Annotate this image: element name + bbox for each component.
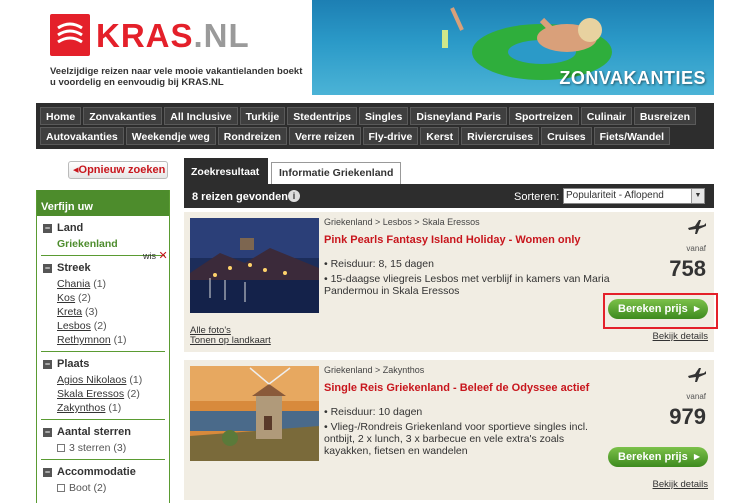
new-search-button[interactable]: ◂Opnieuw zoeken <box>68 161 168 179</box>
calculate-price-button[interactable]: Bereken prijs ▶ <box>608 447 708 467</box>
results-count: 8 reizen gevonden <box>192 191 288 203</box>
nav-fly-drive[interactable]: Fly-drive <box>362 127 419 145</box>
filter-streek: − Streek Chania (1) Kos (2) Kreta (3) Les… <box>41 256 165 352</box>
filter-accommodatie: − Accommodatie Boot (2) <box>41 460 165 499</box>
filter-title: Verfijn uw zoekresultaat <box>37 190 169 247</box>
main-nav: Home Zonvakanties All Inclusive Turkije … <box>36 103 714 149</box>
result-description: • 15-daagse vliegreis Lesbos met verblij… <box>324 273 610 297</box>
list-item: Chania (1) <box>57 278 107 290</box>
nav-fiets-wandel[interactable]: Fiets/Wandel <box>593 127 671 145</box>
kras-logo-icon[interactable] <box>50 14 90 56</box>
result-tabs: Zoekresultaat Informatie Griekenland <box>184 158 402 184</box>
price: 758 <box>669 256 706 281</box>
result-duration: • Reisduur: 8, 15 dagen <box>324 258 434 270</box>
clear-country-filter[interactable]: wis ✕ <box>143 249 168 262</box>
nav-busreizen[interactable]: Busreizen <box>633 107 697 125</box>
filter-link-chania[interactable]: Chania <box>57 278 90 290</box>
tagline: Veelzijdige reizen naar vele mooie vakan… <box>50 66 303 88</box>
view-details-link[interactable]: Bekijk details <box>653 479 708 490</box>
selected-country: Griekenland <box>57 238 118 250</box>
chevron-down-icon[interactable]: ▼ <box>691 189 704 203</box>
price-prefix: vanaf <box>686 392 706 401</box>
nav-row-2: Autovakanties Weekendje weg Rondreizen V… <box>40 127 671 145</box>
close-icon[interactable]: ✕ <box>159 250 168 262</box>
list-item: Lesbos (2) <box>57 320 107 332</box>
banner-title: ZONVAKANTIES <box>559 68 706 88</box>
result-description: • Vlieg-/Rondreis Griekenland voor sport… <box>324 421 588 457</box>
list-item: Zakynthos (1) <box>57 402 122 414</box>
collapse-icon[interactable]: − <box>43 223 52 233</box>
breadcrumb: Griekenland > Lesbos > Skala Eressos <box>324 217 480 227</box>
list-item: Skala Eressos (2) <box>57 388 140 400</box>
plane-icon <box>688 220 706 234</box>
collapse-icon[interactable]: − <box>43 467 52 477</box>
collapse-icon[interactable]: − <box>43 359 52 369</box>
result-photo[interactable] <box>190 218 319 313</box>
collapse-icon[interactable]: − <box>43 427 52 437</box>
price-prefix: vanaf <box>686 244 706 253</box>
result-card: Griekenland > Zakynthos Single Reis Grie… <box>184 360 714 500</box>
nav-weekendje-weg[interactable]: Weekendje weg <box>125 127 216 145</box>
filter-sidebar: Verfijn uw zoekresultaat − Land Griekenla… <box>36 190 170 503</box>
result-card: Alle foto's Tonen op landkaart Griekenla… <box>184 212 714 352</box>
list-item: 3 sterren (3) <box>57 441 159 455</box>
nav-row-1: Home Zonvakanties All Inclusive Turkije … <box>40 107 697 125</box>
results-toolbar: 8 reizen gevonden i Sorteren: Popularite… <box>184 184 714 208</box>
checkbox-boot[interactable] <box>57 484 65 493</box>
nav-home[interactable]: Home <box>40 107 82 125</box>
tab-informatie-griekenland[interactable]: Informatie Griekenland <box>271 162 402 184</box>
info-icon[interactable]: i <box>288 190 300 202</box>
filter-plaats: − Plaats Agios Nikolaos (1) Skala Eressos… <box>41 352 165 420</box>
show-on-map-link[interactable]: Tonen op landkaart <box>190 336 271 346</box>
nav-verre-reizen[interactable]: Verre reizen <box>288 127 361 145</box>
nav-disneyland-paris[interactable]: Disneyland Paris <box>410 107 507 125</box>
breadcrumb: Griekenland > Zakynthos <box>324 365 425 375</box>
filter-link-agios-nikolaos[interactable]: Agios Nikolaos <box>57 374 126 386</box>
filter-link-skala-eressos[interactable]: Skala Eressos <box>57 388 124 400</box>
result-photo[interactable] <box>190 366 319 461</box>
list-item: Kreta (3) <box>57 306 98 318</box>
nav-zonvakanties[interactable]: Zonvakanties <box>83 107 163 125</box>
result-title[interactable]: Pink Pearls Fantasy Island Holiday - Wom… <box>324 234 581 246</box>
nav-all-inclusive[interactable]: All Inclusive <box>164 107 238 125</box>
tab-zoekresultaat[interactable]: Zoekresultaat <box>184 158 268 184</box>
filter-link-kos[interactable]: Kos <box>57 292 75 304</box>
result-title[interactable]: Single Reis Griekenland - Beleef de Odys… <box>324 382 589 394</box>
nav-culinair[interactable]: Culinair <box>580 107 632 125</box>
site-header: KRAS.NL Veelzijdige reizen naar vele moo… <box>36 0 714 95</box>
filter-link-kreta[interactable]: Kreta <box>57 306 82 318</box>
play-icon: ▶ <box>693 452 700 461</box>
plane-icon <box>688 368 706 382</box>
price: 979 <box>669 404 706 429</box>
nav-turkije[interactable]: Turkije <box>239 107 286 125</box>
sort-select[interactable]: Populariteit - Aflopend ▼ <box>563 188 705 204</box>
list-item: Agios Nikolaos (1) <box>57 374 143 386</box>
nav-sportreizen[interactable]: Sportreizen <box>508 107 579 125</box>
list-item: Rethymnon (1) <box>57 334 127 346</box>
list-item: Boot (2) <box>57 481 159 495</box>
nav-autovakanties[interactable]: Autovakanties <box>40 127 124 145</box>
filter-sterren: − Aantal sterren 3 sterren (3) <box>41 420 165 460</box>
view-details-link[interactable]: Bekijk details <box>653 331 708 342</box>
collapse-icon[interactable]: − <box>43 263 52 273</box>
header-banner: ZONVAKANTIES <box>312 0 714 95</box>
nav-cruises[interactable]: Cruises <box>541 127 592 145</box>
checkbox-3-sterren[interactable] <box>57 444 65 453</box>
list-item: Kos (2) <box>57 292 91 304</box>
nav-rondreizen[interactable]: Rondreizen <box>217 127 287 145</box>
nav-stedentrips[interactable]: Stedentrips <box>287 107 357 125</box>
nav-kerst[interactable]: Kerst <box>420 127 460 145</box>
nav-singles[interactable]: Singles <box>359 107 409 125</box>
filter-link-lesbos[interactable]: Lesbos <box>57 320 91 332</box>
result-duration: • Reisduur: 10 dagen <box>324 406 423 418</box>
nav-riviercruises[interactable]: Riviercruises <box>461 127 540 145</box>
logo-wordmark[interactable]: KRAS.NL <box>96 17 250 55</box>
filter-link-rethymnon[interactable]: Rethymnon <box>57 334 111 346</box>
highlight-box <box>603 293 718 329</box>
sort-label: Sorteren: <box>514 191 560 203</box>
filter-link-zakynthos[interactable]: Zakynthos <box>57 402 105 414</box>
